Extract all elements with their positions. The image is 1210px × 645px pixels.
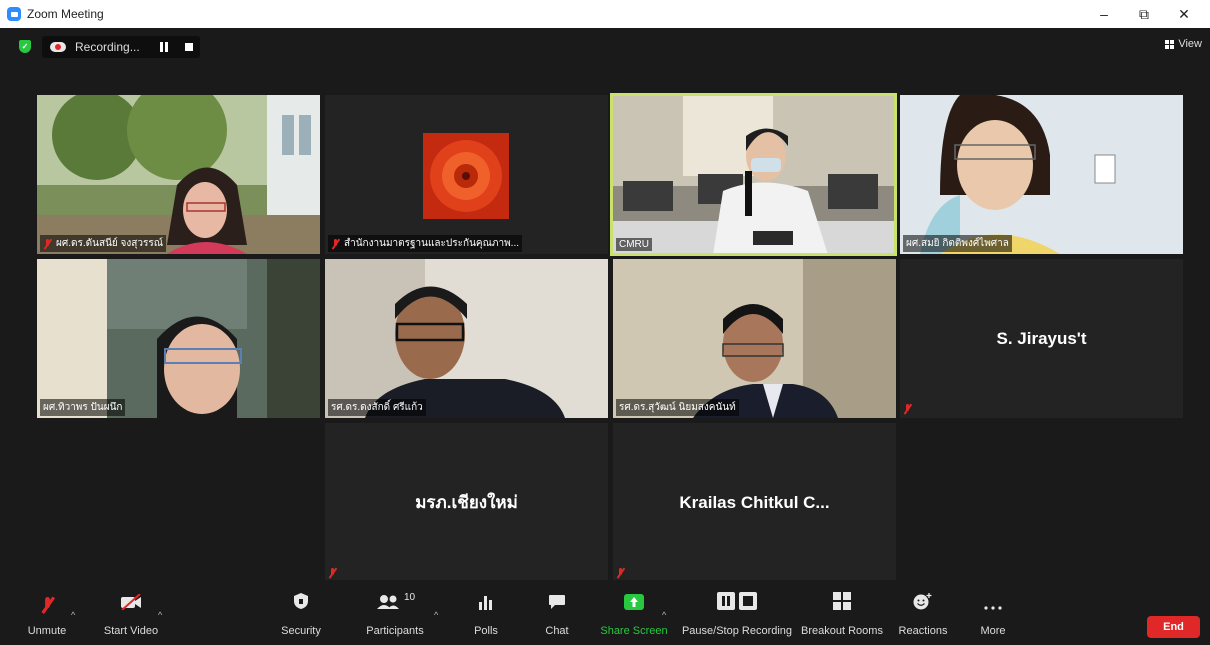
muted-mic-icon xyxy=(43,238,52,249)
participant-name: CMRU xyxy=(619,239,649,250)
participant-name-tag: สำนักงานมาตรฐานและประกันคุณภาพ... xyxy=(328,235,523,252)
participants-count: 10 xyxy=(403,592,416,603)
video-tile[interactable]: Krailas Chitkul C... xyxy=(613,423,896,582)
restore-button[interactable]: ⧉ xyxy=(1124,0,1164,28)
participant-video xyxy=(37,259,320,418)
polls-icon xyxy=(478,580,494,614)
video-tile[interactable]: ผศ.ทิวาพร ปันผนึก xyxy=(37,259,320,418)
share-options-caret-icon[interactable]: ^ xyxy=(662,610,666,620)
polls-label: Polls xyxy=(474,625,498,637)
security-label: Security xyxy=(281,625,321,637)
unmute-label: Unmute xyxy=(27,625,67,637)
participant-video xyxy=(613,96,894,253)
participants-icon: 10 xyxy=(375,580,415,614)
recording-label: Recording... xyxy=(75,40,140,54)
participant-name: ผศ.สมยิ กิตติพงศ์ไพศาล xyxy=(906,238,1009,249)
participant-video xyxy=(37,95,320,254)
more-button[interactable]: More xyxy=(976,580,1010,645)
participant-name: รศ.ดร.สุวัฒน์ นิยมสงคนันท์ xyxy=(619,402,736,413)
pause-stop-recording-button[interactable]: Pause/Stop Recording xyxy=(681,580,793,645)
muted-mic-icon xyxy=(40,597,54,613)
participant-name: ผศ.ทิวาพร ปันผนึก xyxy=(43,402,123,413)
video-tile[interactable]: รศ.ดร.สุวัฒน์ นิยมสงคนันท์ xyxy=(613,259,896,418)
minimize-button[interactable]: – xyxy=(1084,0,1124,28)
participant-name: ผศ.ดร.ดันสนีย์ จงสุวรรณ์ xyxy=(56,238,164,249)
reactions-button[interactable]: Reactions xyxy=(896,580,950,645)
participant-name-tag: CMRU xyxy=(616,238,652,251)
chat-button[interactable]: Chat xyxy=(537,580,577,645)
start-video-button[interactable]: Start Video xyxy=(98,580,164,645)
breakout-rooms-label: Breakout Rooms xyxy=(801,625,883,637)
meeting-area: ✓ Recording... View ผศ.ดร.ดันสนีย์ จงสุว… xyxy=(6,28,1210,645)
pause-stop-recording-label: Pause/Stop Recording xyxy=(681,625,793,637)
start-video-label: Start Video xyxy=(103,625,159,637)
reactions-label: Reactions xyxy=(898,625,948,637)
window-title: Zoom Meeting xyxy=(27,7,104,21)
video-off-icon xyxy=(120,580,142,614)
muted-mic-icon xyxy=(331,238,340,249)
video-tile[interactable]: สำนักงานมาตรฐานและประกันคุณภาพ... xyxy=(325,95,608,254)
encryption-shield-icon[interactable]: ✓ xyxy=(19,40,31,53)
participant-name-display: Krailas Chitkul C... xyxy=(679,492,830,512)
participant-name-tag: รศ.ดร.สุวัฒน์ นิยมสงคนันท์ xyxy=(616,399,739,416)
participant-name-tag: รศ.ดร.ดงสักดิ์ ศรีแก้ว xyxy=(328,399,426,416)
participant-name-display: S. Jirayus't xyxy=(996,328,1087,348)
video-tile[interactable]: รศ.ดร.ดงสักดิ์ ศรีแก้ว xyxy=(325,259,608,418)
security-button[interactable]: Security xyxy=(278,580,324,645)
unmute-button[interactable]: Unmute xyxy=(22,580,72,645)
zoom-app-icon xyxy=(7,7,21,21)
shield-icon xyxy=(293,580,309,614)
participant-video xyxy=(325,259,608,418)
participants-button[interactable]: 10 Participants xyxy=(362,580,428,645)
view-label: View xyxy=(1178,38,1202,50)
participant-video xyxy=(900,95,1183,254)
participant-name-tag: ผศ.ทิวาพร ปันผนึก xyxy=(40,399,126,416)
video-tile[interactable]: S. Jirayus't xyxy=(900,259,1183,418)
grid-view-icon xyxy=(1165,39,1175,49)
more-label: More xyxy=(980,625,1006,637)
video-tile-active-speaker[interactable]: CMRU xyxy=(610,93,897,256)
stop-recording-icon[interactable] xyxy=(185,43,193,51)
recording-indicator: Recording... xyxy=(42,36,200,58)
title-bar: Zoom Meeting – ⧉ ✕ xyxy=(0,0,1210,28)
reactions-icon xyxy=(913,580,933,614)
participant-name: สำนักงานมาตรฐานและประกันคุณภาพ... xyxy=(344,238,520,249)
pause-stop-icon xyxy=(717,580,757,614)
video-tile[interactable]: มรภ.เชียงใหม่ xyxy=(325,423,608,582)
muted-mic-icon xyxy=(903,404,912,414)
participant-name-tag: ผศ.ดร.ดันสนีย์ จงสุวรรณ์ xyxy=(40,235,167,252)
video-tile[interactable]: ผศ.ดร.ดันสนีย์ จงสุวรรณ์ xyxy=(37,95,320,254)
chat-label: Chat xyxy=(545,625,569,637)
participant-avatar xyxy=(325,95,608,254)
breakout-rooms-icon xyxy=(833,580,851,614)
participant-name: รศ.ดร.ดงสักดิ์ ศรีแก้ว xyxy=(331,402,423,413)
muted-mic-icon xyxy=(328,568,337,578)
share-screen-label: Share Screen xyxy=(600,625,668,637)
participant-name-display: มรภ.เชียงใหม่ xyxy=(415,493,518,512)
participants-options-caret-icon[interactable]: ^ xyxy=(434,610,438,620)
cloud-record-icon xyxy=(50,42,66,52)
chat-icon xyxy=(548,580,566,614)
more-dots-icon xyxy=(984,580,1002,614)
video-options-caret-icon[interactable]: ^ xyxy=(158,610,162,620)
meeting-toolbar: Unmute ^ Start Video ^ Security 10 Parti… xyxy=(0,580,1210,645)
participants-label: Participants xyxy=(366,625,424,637)
pause-recording-icon[interactable] xyxy=(160,42,169,52)
participant-name-tag: ผศ.สมยิ กิตติพงศ์ไพศาล xyxy=(903,235,1012,252)
share-screen-icon xyxy=(624,580,644,614)
video-tile[interactable]: ผศ.สมยิ กิตติพงศ์ไพศาล xyxy=(900,95,1183,254)
share-screen-button[interactable]: Share Screen xyxy=(599,580,669,645)
breakout-rooms-button[interactable]: Breakout Rooms xyxy=(801,580,883,645)
view-button[interactable]: View xyxy=(1165,38,1202,50)
polls-button[interactable]: Polls xyxy=(468,580,504,645)
participant-video xyxy=(613,259,896,418)
muted-mic-icon xyxy=(616,568,625,578)
close-button[interactable]: ✕ xyxy=(1164,0,1204,28)
audio-options-caret-icon[interactable]: ^ xyxy=(71,610,75,620)
end-meeting-button[interactable]: End xyxy=(1147,616,1200,638)
